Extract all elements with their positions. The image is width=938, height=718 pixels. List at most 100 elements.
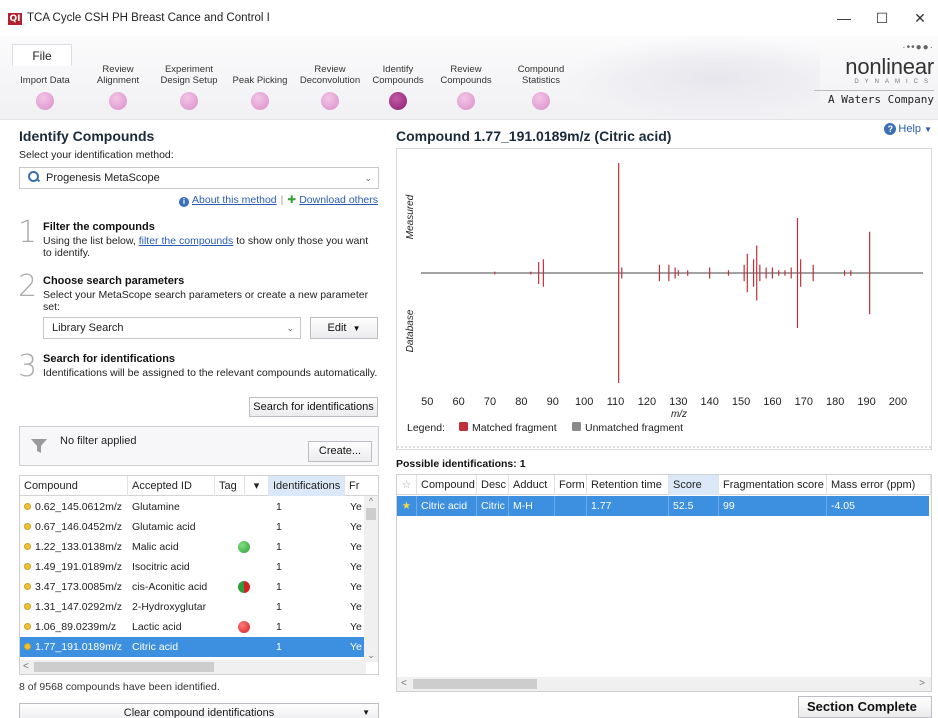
horizontal-scrollbar[interactable]: < > <box>397 677 931 691</box>
x-tick-label: 100 <box>575 396 593 408</box>
horizontal-scroll-thumb[interactable] <box>34 662 214 672</box>
horizontal-scrollbar[interactable]: < <box>20 660 366 674</box>
y-label-database: Database <box>405 309 416 352</box>
x-tick-label: 170 <box>795 396 813 408</box>
mass-error-cell: -4.05 <box>831 496 931 516</box>
identifications-cell: 1 <box>276 541 282 553</box>
tag-filter-dropdown[interactable]: ▾ <box>245 476 269 496</box>
tag-red-icon <box>238 621 250 633</box>
scroll-left-button[interactable]: < <box>401 677 407 691</box>
minimize-button[interactable]: — <box>830 8 858 28</box>
close-button[interactable]: ✕ <box>906 8 934 28</box>
step-indicator <box>251 92 269 110</box>
workflow-step-import-data[interactable]: Import Data <box>5 62 85 110</box>
filter-status: No filter applied <box>60 435 137 447</box>
compound-cell: 1.77_191.0189m/z <box>24 637 128 657</box>
brand-dots-icon: ·••●●· <box>902 42 934 53</box>
compound-cell: 3.47_173.0085m/z <box>24 577 128 597</box>
filter-compounds-link[interactable]: filter the compounds <box>139 235 234 247</box>
scroll-down-button[interactable]: ⌄ <box>364 650 378 662</box>
scroll-left-button[interactable]: < <box>23 660 29 674</box>
col-form[interactable]: Form <box>555 475 587 495</box>
identifications-cell: 1 <box>276 641 282 653</box>
step-indicator <box>180 92 198 110</box>
table-row[interactable]: 0.67_146.0452m/z Glutamic acid 1 Ye <box>20 517 366 537</box>
maximize-button[interactable]: ☐ <box>868 8 896 28</box>
section-complete-button[interactable]: Section Complete➔ <box>798 696 932 718</box>
accepted-id-cell: Glutamine <box>132 501 180 513</box>
chevron-down-icon: ⌄ <box>364 173 372 183</box>
filter-funnel-icon <box>31 439 47 453</box>
vertical-scrollbar[interactable]: ^ ⌄ <box>364 496 378 662</box>
col-desc[interactable]: Desc <box>477 475 509 495</box>
table-row[interactable]: 1.31_147.0292m/z 2-Hydroxyglutar 1 Ye <box>20 597 366 617</box>
col-favorite[interactable]: ☆ <box>397 475 417 495</box>
method-select[interactable]: Progenesis MetaScope ⌄ <box>19 167 379 189</box>
col-fragmentation-score[interactable]: Fragmentation score <box>719 475 827 495</box>
col-mass-error[interactable]: Mass error (ppm) <box>827 475 931 495</box>
x-tick-label: 110 <box>607 396 625 408</box>
col-accepted-id[interactable]: Accepted ID <box>128 476 215 496</box>
help-button[interactable]: ? Help ▼ <box>884 123 932 135</box>
step-indicator <box>36 92 54 110</box>
identifications-cell: 1 <box>276 581 282 593</box>
table-row[interactable]: 1.06_89.0239m/z Lactic acid 1 Ye <box>20 617 366 637</box>
legend-matched-swatch <box>459 422 468 431</box>
col-identifications[interactable]: Identifications <box>269 476 345 496</box>
x-tick-label: 50 <box>421 396 433 408</box>
download-others-link[interactable]: Download others <box>299 194 378 206</box>
table-row[interactable]: ★ Citric acid Citric M-H 1.77 52.5 99 -4.05 <box>397 496 931 516</box>
workflow-step-compound-statistics[interactable]: Compound Statistics <box>501 62 581 110</box>
workflow-step-experiment-design-setup[interactable]: Experiment Design Setup <box>149 62 229 110</box>
step-number-3: 3 <box>18 349 38 384</box>
scroll-right-button[interactable]: > <box>919 677 925 691</box>
dropdown-arrow-icon: ▼ <box>362 708 370 717</box>
table-row[interactable]: 1.77_191.0189m/z Citric acid 1 Ye <box>20 637 366 657</box>
download-icon: ✚ <box>287 194 297 206</box>
identifications-cell: 1 <box>276 601 282 613</box>
table-row[interactable]: 1.22_133.0138m/z Malic acid 1 Ye <box>20 537 366 557</box>
scroll-up-button[interactable]: ^ <box>364 496 378 508</box>
tag-mixed-icon <box>238 581 250 593</box>
x-tick-label: 120 <box>638 396 656 408</box>
accepted-id-cell: cis-Aconitic acid <box>132 581 208 593</box>
search-icon <box>28 171 40 183</box>
possible-identifications-title: Possible identifications: 1 <box>396 458 526 470</box>
compound-status-icon <box>24 643 31 650</box>
workflow-step-review-alignment[interactable]: Review Alignment <box>78 62 158 110</box>
x-axis-label: m/z <box>671 409 687 420</box>
x-tick-label: 160 <box>763 396 781 408</box>
col-adduct[interactable]: Adduct <box>509 475 555 495</box>
fragmentation-score-cell: 99 <box>723 496 827 516</box>
table-row[interactable]: 1.49_191.0189m/z Isocitric acid 1 Ye <box>20 557 366 577</box>
search-identifications-button[interactable]: Search for identifications <box>249 397 378 417</box>
favorite-star-icon: ★ <box>397 496 417 516</box>
col-fragmentation[interactable]: Fr <box>345 476 378 496</box>
workflow-step-peak-picking[interactable]: Peak Picking <box>220 62 300 110</box>
col-compound[interactable]: Compound <box>417 475 477 495</box>
about-method-link[interactable]: About this method <box>192 194 277 206</box>
identifications-table-header: ☆ Compound Desc Adduct Form Retention time Sco… <box>397 475 931 495</box>
col-tag[interactable]: Tag <box>215 476 245 496</box>
create-filter-button[interactable]: Create... <box>308 441 372 462</box>
fragment-chart-svg: Measured Database 50 60 70 80 90 100 110 120 130 14… <box>397 163 931 448</box>
identify-panel: Identify Compounds Select your identific… <box>0 120 384 718</box>
col-retention-time[interactable]: Retention time <box>587 475 669 495</box>
table-row[interactable]: 3.47_173.0085m/z cis-Aconitic acid 1 Ye <box>20 577 366 597</box>
col-score[interactable]: Score <box>669 475 719 495</box>
step-indicator <box>321 92 339 110</box>
parameter-select[interactable]: Library Search ⌄ <box>43 317 301 339</box>
workflow-step-review-compounds[interactable]: Review Compounds <box>426 62 506 110</box>
vertical-scroll-thumb[interactable] <box>366 508 376 520</box>
compound-table-header: Compound Accepted ID Tag ▾ Identificatio… <box>20 476 378 496</box>
clear-identifications-button[interactable]: Clear compound identifications ▼ <box>19 703 379 718</box>
col-compound[interactable]: Compound <box>20 476 128 496</box>
step-label: Experiment Design Setup <box>160 64 218 86</box>
table-row[interactable]: 0.62_145.0612m/z Glutamine 1 Ye <box>20 497 366 517</box>
accepted-id-cell: Glutamic acid <box>132 521 196 533</box>
edit-button[interactable]: Edit ▼ <box>310 317 378 339</box>
method-links: i About this method | ✚ Download others <box>179 194 378 207</box>
step1-title: Filter the compounds <box>43 221 155 233</box>
x-tick-label: 180 <box>826 396 844 408</box>
horizontal-scroll-thumb[interactable] <box>413 679 537 689</box>
